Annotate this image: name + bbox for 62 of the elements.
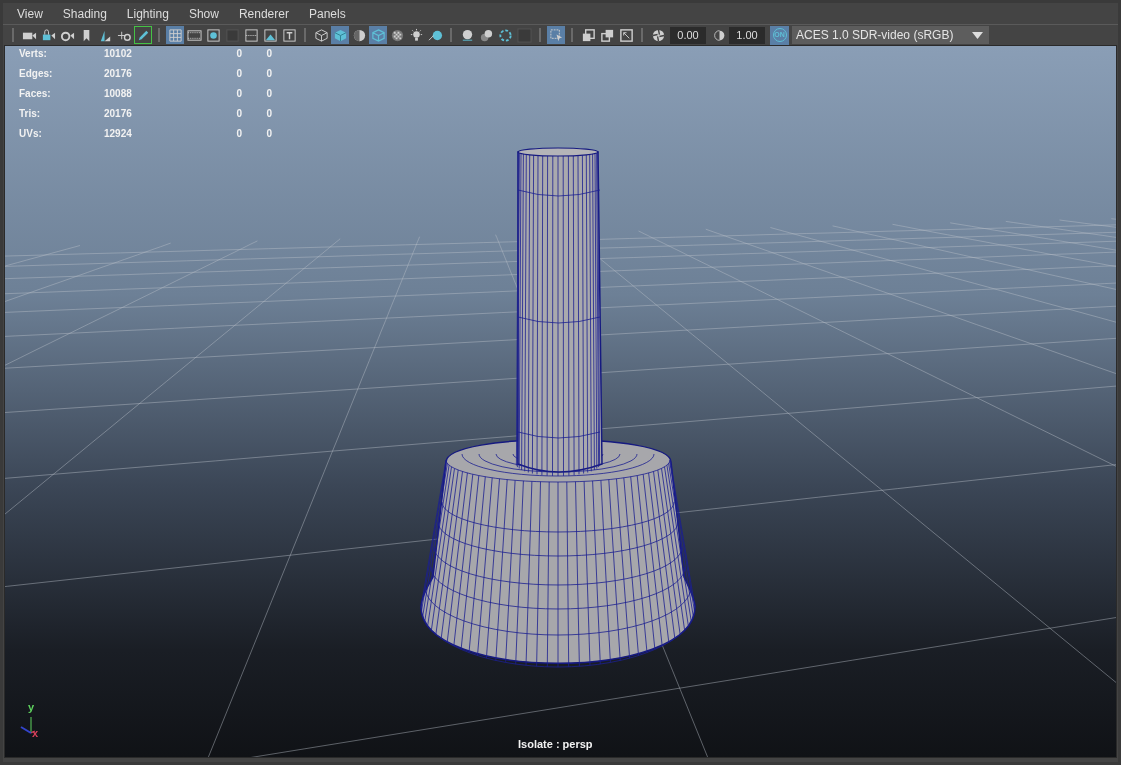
caret-icon — [972, 31, 983, 39]
dotted-frame-icon — [243, 27, 259, 43]
circle-square-icon — [205, 27, 221, 43]
resize-icon — [618, 27, 634, 43]
solid-cube-icon — [332, 27, 348, 43]
select-arrow-icon — [548, 27, 564, 43]
stat-value: 0 — [265, 107, 272, 121]
image-icon — [262, 27, 278, 43]
stat-value: 0 — [235, 127, 242, 141]
stat-value: 12924 — [104, 127, 133, 141]
resize-button[interactable] — [617, 26, 635, 44]
stat-value: 0 — [235, 67, 242, 81]
stat-value: 20176 — [104, 67, 133, 81]
camera-label: Isolate : persp — [518, 736, 593, 752]
stat-value: 0 — [265, 67, 272, 81]
stat-label: UVs: — [19, 127, 43, 141]
circle-square-button[interactable] — [204, 26, 222, 44]
gamma-field[interactable]: 1.00 — [729, 26, 765, 44]
pencil-button[interactable] — [134, 26, 152, 44]
menu-item[interactable]: Show — [183, 4, 224, 23]
menu-item[interactable]: Panels — [303, 4, 351, 23]
spheres-icon — [478, 27, 494, 43]
stat-label: Tris: — [19, 107, 42, 121]
stat-label: Faces: — [19, 87, 52, 101]
dotted-frame-button[interactable] — [242, 26, 260, 44]
select-arrow-button[interactable] — [547, 26, 565, 44]
wire-cube-icon — [313, 27, 329, 43]
menu-item[interactable]: View — [12, 4, 48, 23]
view-transform-dropdown[interactable]: ACES 1.0 SDR-video (sRGB) — [792, 26, 989, 44]
stat-label: Edges: — [19, 67, 54, 81]
overlap-squares-icon — [580, 27, 596, 43]
locked-camera-icon — [40, 27, 56, 43]
stat-value: 10088 — [104, 87, 133, 101]
menu-item[interactable]: Lighting — [121, 4, 174, 23]
stat-value: 20176 — [104, 107, 133, 121]
half-sphere-icon — [351, 27, 367, 43]
stat-value: 10102 — [104, 47, 133, 61]
stat-label: Verts: — [19, 47, 48, 61]
dotted-ring-button[interactable] — [496, 26, 514, 44]
film-strip-icon — [186, 27, 202, 43]
stat-value: 0 — [265, 87, 272, 101]
menu-item[interactable]: Shading — [57, 4, 112, 23]
stat-value: 0 — [265, 47, 272, 61]
image-button[interactable] — [261, 26, 279, 44]
overlap-squares-icon — [599, 27, 615, 43]
text-button[interactable] — [280, 26, 298, 44]
stat-value: 0 — [265, 127, 272, 141]
half-circle-icon[interactable] — [712, 28, 726, 42]
menu-item[interactable]: Renderer — [233, 4, 294, 23]
grid-icon — [167, 27, 183, 43]
text-icon — [281, 27, 297, 43]
stat-value: 0 — [235, 87, 242, 101]
exposure-field[interactable]: 0.00 — [670, 26, 706, 44]
wire-cube-icon — [370, 27, 386, 43]
light-bulb-icon — [408, 27, 424, 43]
dotted-ring-icon — [497, 27, 513, 43]
checker-icon — [389, 27, 405, 43]
axis-label: y — [28, 702, 35, 712]
wire-cube-button[interactable] — [312, 26, 330, 44]
stat-value: 0 — [235, 107, 242, 121]
stat-value: 0 — [235, 47, 242, 61]
axis-label: x — [32, 728, 39, 738]
